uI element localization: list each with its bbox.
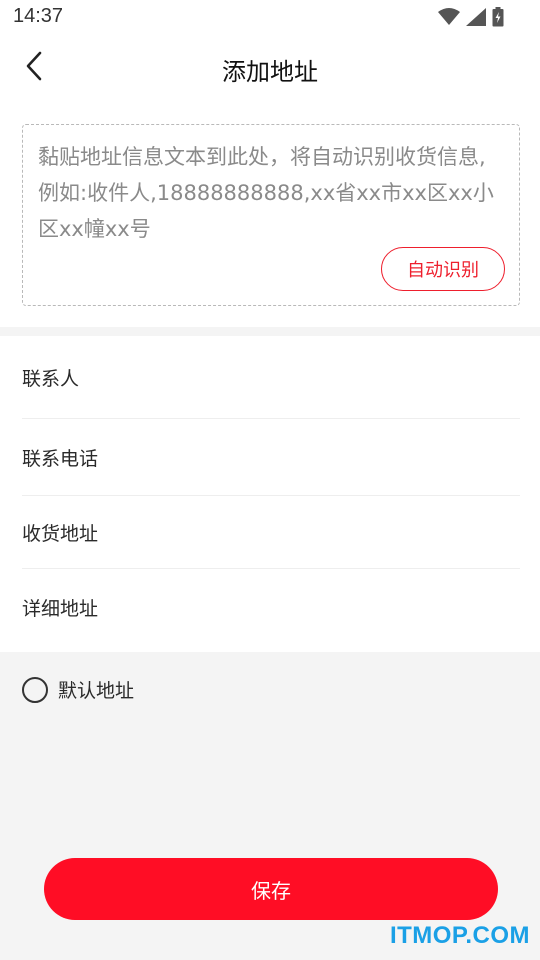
- shipping-address-label: 收货地址: [22, 522, 99, 545]
- address-form: 联系人 联系电话 收货地址 详细地址: [0, 336, 540, 652]
- default-address-option[interactable]: 默认地址: [22, 676, 134, 703]
- detail-address-label: 详细地址: [22, 597, 99, 620]
- contact-phone-label: 联系电话: [22, 447, 99, 470]
- page-title: 添加地址: [222, 58, 318, 86]
- contact-phone-field[interactable]: 联系电话: [22, 419, 520, 496]
- paste-address-input[interactable]: 黏贴地址信息文本到此处，将自动识别收货信息,例如:收件人,18888888888…: [38, 139, 500, 247]
- auto-detect-button[interactable]: 自动识别: [381, 247, 505, 291]
- default-address-radio[interactable]: [22, 676, 48, 703]
- wifi-icon: [438, 8, 460, 30]
- top-panel: 14:37 添加地址 黏贴地址信息文本到此处，将自动识别收货信息,例如:收件人,…: [0, 0, 540, 327]
- status-icons: [438, 7, 504, 31]
- default-address-label: 默认地址: [58, 680, 135, 702]
- shipping-address-field[interactable]: 收货地址: [22, 496, 520, 569]
- status-time: 14:37: [13, 5, 64, 27]
- save-button[interactable]: 保存: [44, 858, 498, 920]
- battery-icon: [492, 7, 504, 31]
- status-bar: 14:37: [0, 0, 540, 34]
- nav-bar: 添加地址: [0, 40, 540, 96]
- contact-name-field[interactable]: 联系人: [22, 336, 520, 419]
- contact-name-label: 联系人: [22, 367, 80, 390]
- signal-icon: [466, 8, 486, 30]
- paste-address-box[interactable]: 黏贴地址信息文本到此处，将自动识别收货信息,例如:收件人,18888888888…: [22, 124, 520, 306]
- watermark: ITMOP.COM: [389, 922, 530, 949]
- detail-address-field[interactable]: 详细地址: [22, 569, 520, 645]
